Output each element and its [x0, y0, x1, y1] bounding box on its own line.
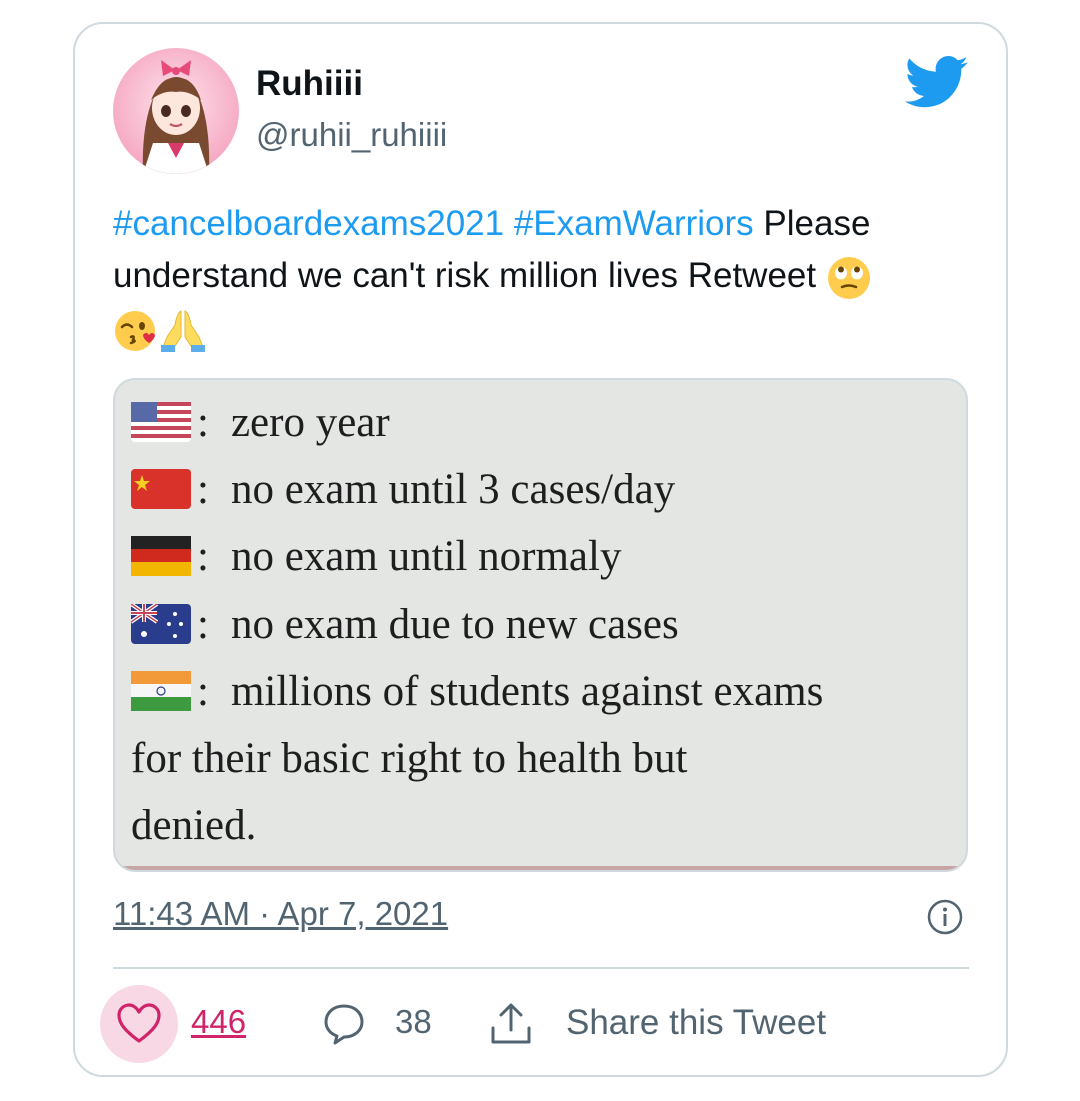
- media-line-4: : no exam due to new cases: [131, 600, 679, 649]
- hashtag-examwarriors[interactable]: #ExamWarriors: [514, 204, 754, 243]
- germany-flag-icon: [131, 536, 191, 577]
- eye-roll-emoji-icon: [827, 256, 870, 299]
- heart-icon[interactable]: [116, 1003, 162, 1045]
- handle[interactable]: @ruhii_ruhiiii: [256, 116, 447, 154]
- media-line-2: : no exam until 3 cases/day: [131, 465, 675, 514]
- reply-count[interactable]: 38: [395, 1003, 432, 1041]
- like-count[interactable]: 446: [191, 1003, 246, 1041]
- tweet-media-image[interactable]: : zero year : no exam until 3 cases/day :n…: [113, 378, 968, 872]
- avatar[interactable]: [113, 48, 239, 174]
- media-line-3-text: no exam until normaly: [230, 533, 622, 580]
- australia-flag-icon: [131, 604, 191, 645]
- info-icon[interactable]: [926, 898, 964, 936]
- hashtag-cancelboardexams2021[interactable]: #cancelboardexams2021: [113, 204, 504, 243]
- tweet-timestamp[interactable]: 11:43 AM · Apr 7, 2021: [113, 895, 448, 933]
- share-tweet-button[interactable]: Share this Tweet: [566, 1003, 826, 1043]
- media-line-3: : no exam until normaly: [131, 532, 621, 581]
- divider: [113, 967, 969, 969]
- media-bottom-edge: [115, 866, 966, 870]
- usa-flag-icon: [131, 402, 191, 443]
- share-upload-icon[interactable]: [488, 1000, 534, 1048]
- india-flag-icon: [131, 671, 191, 712]
- media-line-1: : zero year: [131, 398, 390, 447]
- media-line-1-text: zero year: [230, 399, 390, 446]
- media-continuation-2: denied.: [131, 802, 257, 849]
- display-name[interactable]: Ruhiiii: [256, 64, 363, 104]
- media-line-5-text: millions of students against exams: [230, 668, 824, 715]
- media-line-5: : millions of students against exams: [131, 667, 823, 716]
- reply-bubble-icon[interactable]: [322, 1002, 366, 1046]
- media-line-4-text: no exam due to new cases: [230, 601, 679, 648]
- kiss-wink-emoji-icon: [115, 310, 155, 351]
- media-continuation-1: for their basic right to health but: [131, 735, 688, 782]
- tweet-text: #cancelboardexams2021 #ExamWarriors Plea…: [113, 198, 973, 354]
- china-flag-icon: [131, 469, 191, 510]
- twitter-bird-icon[interactable]: [905, 56, 969, 108]
- praying-hands-emoji-icon: [161, 309, 205, 352]
- media-line-2-text: no exam until 3 cases/day: [230, 466, 676, 513]
